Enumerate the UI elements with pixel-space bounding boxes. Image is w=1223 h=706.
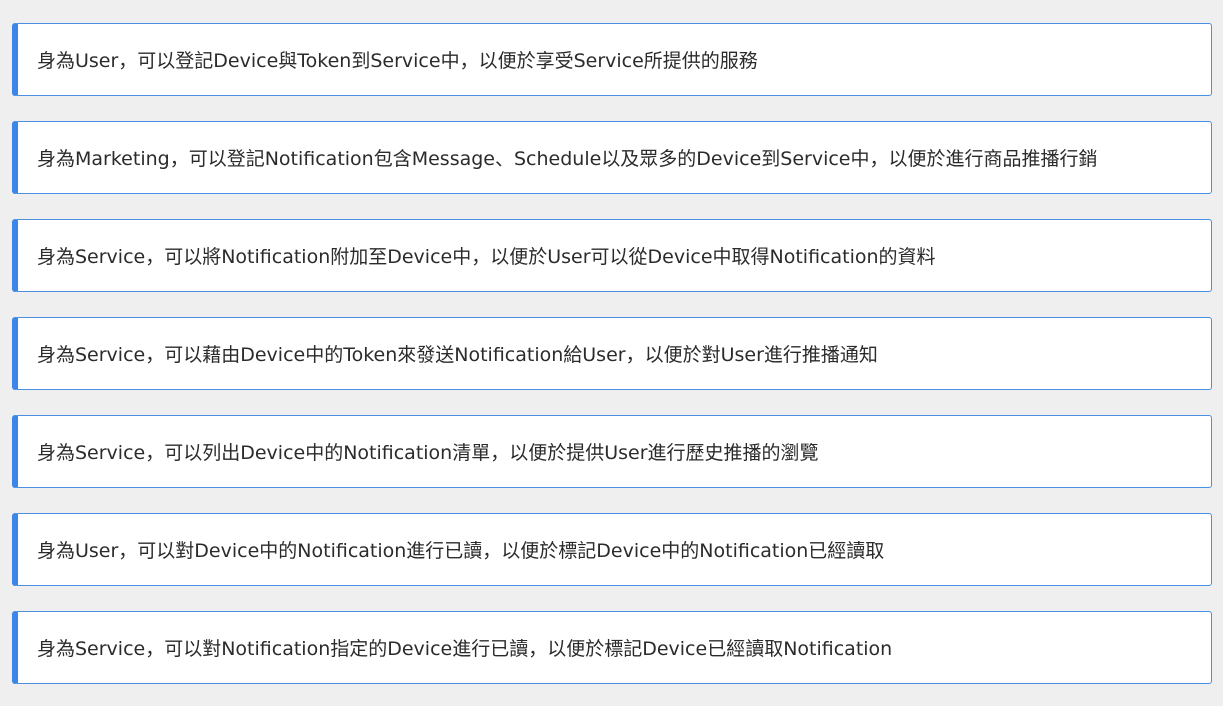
user-story-card: 身為User，可以登記Device與Token到Service中，以便於享受Se…	[12, 23, 1212, 96]
user-story-text: 身為Service，可以對Notification指定的Device進行已讀，以…	[37, 638, 893, 660]
user-story-text: 身為User，可以登記Device與Token到Service中，以便於享受Se…	[37, 50, 758, 72]
user-story-text: 身為User，可以對Device中的Notification進行已讀，以便於標記…	[37, 540, 885, 562]
user-story-card: 身為Service，可以藉由Device中的Token來發送Notificati…	[12, 317, 1212, 390]
user-story-text: 身為Service，可以列出Device中的Notification清單，以便於…	[37, 442, 819, 464]
user-story-card: 身為Service，可以列出Device中的Notification清單，以便於…	[12, 415, 1212, 488]
user-story-card: 身為Service，可以對Notification指定的Device進行已讀，以…	[12, 611, 1212, 684]
user-story-list: 身為User，可以登記Device與Token到Service中，以便於享受Se…	[12, 23, 1212, 684]
user-story-card: 身為Marketing，可以登記Notification包含Message、Sc…	[12, 121, 1212, 194]
user-story-text: 身為Service，可以將Notification附加至Device中，以便於U…	[37, 246, 936, 268]
user-story-text: 身為Service，可以藉由Device中的Token來發送Notificati…	[37, 344, 878, 366]
user-story-text: 身為Marketing，可以登記Notification包含Message、Sc…	[37, 148, 1098, 170]
user-story-card: 身為User，可以對Device中的Notification進行已讀，以便於標記…	[12, 513, 1212, 586]
user-story-card: 身為Service，可以將Notification附加至Device中，以便於U…	[12, 219, 1212, 292]
